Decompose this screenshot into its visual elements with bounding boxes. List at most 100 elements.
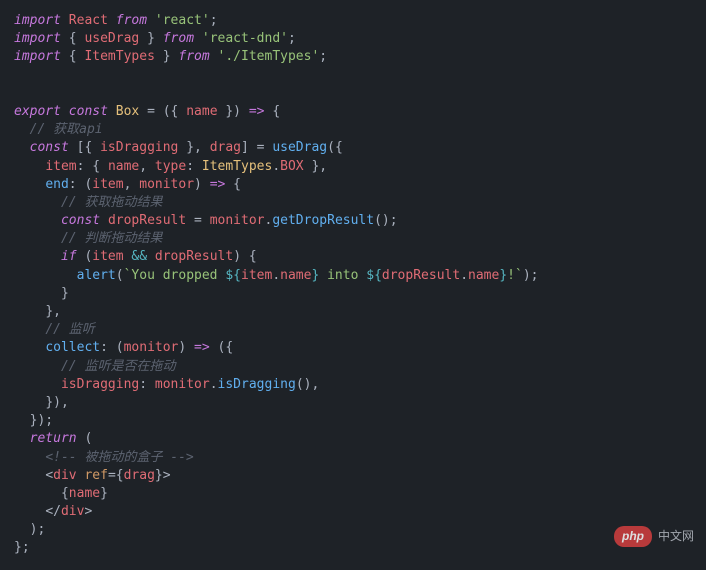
prop: name bbox=[280, 268, 311, 283]
arrow: => bbox=[210, 177, 226, 192]
punct: : ( bbox=[69, 177, 92, 192]
prop: name bbox=[468, 268, 499, 283]
punct: [{ bbox=[69, 140, 100, 155]
jsx-tag: div bbox=[53, 468, 76, 483]
ident: name bbox=[69, 486, 100, 501]
punct: : bbox=[186, 159, 202, 174]
jsx-tag: div bbox=[61, 504, 84, 519]
param: monitor bbox=[139, 177, 194, 192]
param: name bbox=[186, 104, 217, 119]
ident: dropResult bbox=[155, 249, 233, 264]
arrow: => bbox=[249, 104, 265, 119]
kw-const: const bbox=[61, 213, 100, 228]
punct: = bbox=[186, 213, 209, 228]
comment: // 判断拖动结果 bbox=[61, 231, 162, 246]
punct: { bbox=[69, 31, 85, 46]
ident: useDrag bbox=[84, 31, 139, 46]
punct: } bbox=[100, 486, 108, 501]
kw-const: const bbox=[30, 140, 69, 155]
punct: ( bbox=[77, 249, 93, 264]
kw-import: import bbox=[14, 31, 61, 46]
comment: // 获取拖动结果 bbox=[61, 195, 162, 210]
prop-fn: collect bbox=[45, 340, 100, 355]
prop: name bbox=[108, 159, 139, 174]
prop-fn: end bbox=[45, 177, 68, 192]
prop: item bbox=[45, 159, 76, 174]
param: monitor bbox=[124, 340, 179, 355]
punct: , bbox=[124, 177, 140, 192]
punct: ); bbox=[30, 522, 46, 537]
punct: ); bbox=[523, 268, 539, 283]
punct: { bbox=[61, 486, 69, 501]
punct: , bbox=[139, 159, 155, 174]
ident: item bbox=[241, 268, 272, 283]
string: !` bbox=[507, 268, 523, 283]
arrow: => bbox=[194, 340, 210, 355]
operator: && bbox=[124, 249, 155, 264]
fn-call: alert bbox=[77, 268, 116, 283]
kw-from: from bbox=[178, 49, 209, 64]
ident: dropResult bbox=[108, 213, 186, 228]
kw-from: from bbox=[116, 13, 147, 28]
jsx-gt: > bbox=[84, 504, 92, 519]
punct: } bbox=[61, 286, 69, 301]
jsx-attr: ref bbox=[84, 468, 107, 483]
punct: . bbox=[272, 268, 280, 283]
punct: } bbox=[139, 31, 155, 46]
punct: }, bbox=[304, 159, 327, 174]
punct: }, bbox=[178, 140, 209, 155]
interp: ${ bbox=[366, 268, 382, 283]
interp: ${ bbox=[225, 268, 241, 283]
kw-return: return bbox=[30, 431, 77, 446]
punct: . bbox=[460, 268, 468, 283]
punct: { bbox=[265, 104, 281, 119]
punct: ({ bbox=[163, 104, 186, 119]
punct: . bbox=[210, 377, 218, 392]
punct: ] = bbox=[241, 140, 272, 155]
punct: } bbox=[155, 468, 163, 483]
kw-import: import bbox=[14, 49, 61, 64]
string: 'react' bbox=[155, 13, 210, 28]
punct: }), bbox=[45, 395, 68, 410]
comment: // 监听 bbox=[45, 322, 94, 337]
space bbox=[100, 213, 108, 228]
string: 'react-dnd' bbox=[202, 31, 288, 46]
comment: // 获取api bbox=[30, 122, 103, 137]
punct: { bbox=[116, 468, 124, 483]
punct: ) bbox=[178, 340, 194, 355]
ident: drag bbox=[210, 140, 241, 155]
ident: isDragging bbox=[100, 140, 178, 155]
punct: } bbox=[155, 49, 171, 64]
kw-from: from bbox=[163, 31, 194, 46]
jsx-lt: < bbox=[45, 468, 53, 483]
punct: = bbox=[108, 468, 116, 483]
punct: = bbox=[139, 104, 162, 119]
code-block: import React from 'react'; import { useD… bbox=[0, 0, 706, 570]
ident: monitor bbox=[155, 377, 210, 392]
type: ItemTypes bbox=[202, 159, 272, 174]
punct: ( bbox=[116, 268, 124, 283]
punct: { bbox=[225, 177, 241, 192]
ident: monitor bbox=[210, 213, 265, 228]
fn-call: useDrag bbox=[272, 140, 327, 155]
prop: isDragging bbox=[61, 377, 139, 392]
prop: type bbox=[155, 159, 186, 174]
ident: dropResult bbox=[382, 268, 460, 283]
punct: }; bbox=[14, 540, 30, 555]
param: item bbox=[92, 177, 123, 192]
fn-call: getDropResult bbox=[272, 213, 374, 228]
prop: BOX bbox=[280, 159, 303, 174]
punct: : { bbox=[77, 159, 108, 174]
kw-const: const bbox=[69, 104, 108, 119]
jsx-gt: > bbox=[163, 468, 171, 483]
punct: { bbox=[69, 49, 85, 64]
punct: }); bbox=[30, 413, 53, 428]
kw-if: if bbox=[61, 249, 77, 264]
ident: item bbox=[92, 249, 123, 264]
string: into bbox=[319, 268, 366, 283]
string: './ItemTypes' bbox=[218, 49, 320, 64]
ident: ItemTypes bbox=[84, 49, 154, 64]
ident: drag bbox=[124, 468, 155, 483]
punct: (), bbox=[296, 377, 319, 392]
kw-export: export bbox=[14, 104, 61, 119]
